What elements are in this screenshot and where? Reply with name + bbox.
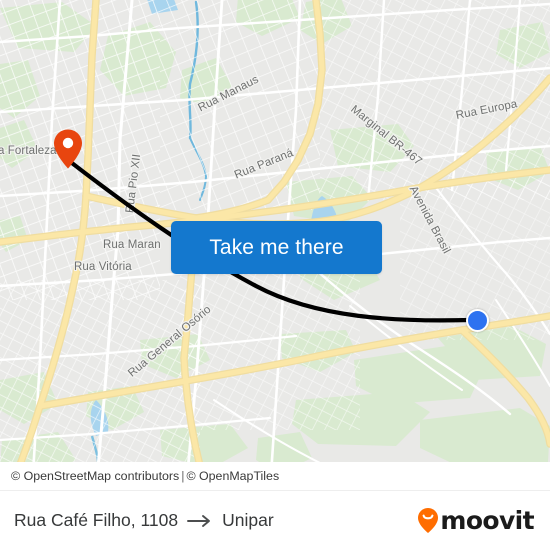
route-destination-label: Unipar <box>222 510 274 530</box>
moovit-logo[interactable]: moovit <box>417 506 535 535</box>
destination-map-dot-icon[interactable] <box>466 309 489 332</box>
map-canvas[interactable]: a Fortaleza Rua Manaus Rua Pio XII Rua P… <box>0 0 550 490</box>
origin-map-pin-icon[interactable] <box>52 128 84 170</box>
take-me-there-button[interactable]: Take me there <box>171 221 382 274</box>
route-summary: Rua Café Filho, 1108 Unipar <box>14 510 274 531</box>
map-attribution-bar: © OpenStreetMap contributors | © OpenMapTi… <box>0 462 550 490</box>
osm-attribution-link[interactable]: © OpenStreetMap contributors <box>11 469 179 483</box>
attribution-text: © OpenStreetMap contributors | © OpenMapTi… <box>11 469 279 483</box>
moovit-wordmark: moovit <box>440 506 534 535</box>
moovit-route-map-screenshot: a Fortaleza Rua Manaus Rua Pio XII Rua P… <box>0 0 550 550</box>
take-me-there-label: Take me there <box>209 235 344 259</box>
footer-bar: Rua Café Filho, 1108 Unipar moovit <box>0 490 550 550</box>
arrow-right-icon <box>187 514 213 528</box>
openmaptiles-attribution-link[interactable]: © OpenMapTiles <box>186 469 279 483</box>
moovit-pin-icon <box>417 507 439 534</box>
route-origin-label: Rua Café Filho, 1108 <box>14 510 179 530</box>
